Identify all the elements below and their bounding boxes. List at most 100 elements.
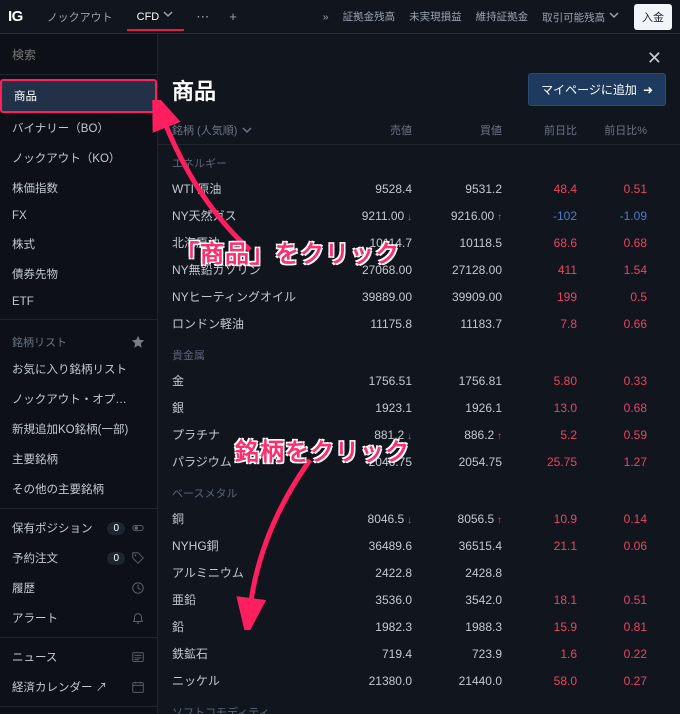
cell-sell: 11175.8	[322, 317, 412, 331]
cell-sell: 2422.8	[322, 566, 412, 580]
sidebar-list-item[interactable]: 主要銘柄	[0, 444, 157, 474]
cell-sell: 36489.6	[322, 539, 412, 553]
cell-chg: 25.75	[502, 455, 577, 469]
cell-name: NY天然ガス	[172, 207, 322, 224]
table-row[interactable]: 金1756.511756.815.800.33	[158, 367, 680, 394]
cell-name: NY無鉛ガソリン	[172, 261, 322, 278]
table-row[interactable]: NYヒーティングオイル39889.0039909.001990.5	[158, 283, 680, 310]
cell-buy: 2428.8	[412, 566, 502, 580]
link-maint[interactable]: 維持証拠金	[476, 9, 529, 24]
cell-pct: 0.51	[577, 593, 647, 607]
cell-pct: 0.33	[577, 374, 647, 388]
tab-cfd[interactable]: CFD	[127, 2, 185, 31]
search-input[interactable]	[12, 48, 158, 62]
badge: 0	[107, 552, 125, 565]
cell-chg: 5.2	[502, 428, 577, 442]
deposit-button[interactable]: 入金	[634, 4, 672, 30]
cell-name: 銅	[172, 510, 322, 527]
table-row[interactable]: 北海原油10114.710118.568.60.68	[158, 229, 680, 256]
tab-knockout[interactable]: ノックアウト	[37, 3, 123, 31]
table-row[interactable]: 銀1923.11926.113.00.68	[158, 394, 680, 421]
cell-pct: 0.27	[577, 674, 647, 688]
cell-pct: 0.5	[577, 290, 647, 304]
sidebar-category-item[interactable]: ETF	[0, 289, 157, 315]
cell-chg: 411	[502, 263, 577, 277]
table-header: 銘柄 (人気順) 売値 買値 前日比 前日比%	[158, 116, 680, 145]
table-row[interactable]: NY無鉛ガソリン27068.0027128.004111.54	[158, 256, 680, 283]
sidebar-pos-item[interactable]: アラート	[0, 603, 157, 633]
sidebar-category-item[interactable]: 商品	[0, 79, 157, 113]
sidebar-info-item[interactable]: 経済カレンダー ↗	[0, 672, 157, 702]
tab-more-icon[interactable]: ⋯	[188, 3, 217, 31]
cell-sell: 1982.3	[322, 620, 412, 634]
sidebar-category-item[interactable]: 債券先物	[0, 259, 157, 289]
col-sell[interactable]: 売値	[322, 122, 412, 138]
cell-chg: 68.6	[502, 236, 577, 250]
sidebar-category-item[interactable]: 株価指数	[0, 173, 157, 203]
sidebar-pos-item[interactable]: 保有ポジション0	[0, 513, 157, 543]
cell-name: 鉛	[172, 618, 322, 635]
cell-buy: 21440.0	[412, 674, 502, 688]
table-row[interactable]: NY天然ガス9211.009216.00-102-1.09	[158, 202, 680, 229]
cell-buy: 1756.81	[412, 374, 502, 388]
cell-buy: 10118.5	[412, 236, 502, 250]
logo: IG	[8, 8, 23, 25]
table-row[interactable]: NYHG銅36489.636515.421.10.06	[158, 532, 680, 559]
sidebar-category-item[interactable]: FX	[0, 203, 157, 229]
cell-chg: 5.80	[502, 374, 577, 388]
calendar-icon	[131, 680, 145, 694]
link-avail[interactable]: 取引可能残高	[542, 9, 620, 25]
link-pnl[interactable]: 未実現損益	[409, 9, 462, 24]
cell-pct: 0.51	[577, 182, 647, 196]
table-row[interactable]: プラチナ881.2886.25.20.59	[158, 421, 680, 448]
section-header: ソフトコモディティ	[158, 694, 680, 714]
star-icon[interactable]	[131, 335, 145, 349]
table-row[interactable]: WTI 原油9528.49531.248.40.51	[158, 175, 680, 202]
sidebar-category-item[interactable]: バイナリー（BO）	[0, 113, 157, 143]
sidebar: 商品バイナリー（BO）ノックアウト（KO）株価指数FX株式債券先物ETF 銘柄リ…	[0, 34, 158, 714]
toggle-icon	[131, 521, 145, 535]
cell-chg: 199	[502, 290, 577, 304]
col-chg[interactable]: 前日比	[502, 122, 577, 138]
cell-sell: 1756.51	[322, 374, 412, 388]
cell-sell: 21380.0	[322, 674, 412, 688]
cell-chg: -102	[502, 209, 577, 223]
sidebar-list-item[interactable]: 新規追加KO銘柄(一部)	[0, 414, 157, 444]
cell-buy: 9216.00	[412, 209, 502, 223]
link-margin[interactable]: 証拠金残高	[343, 9, 396, 24]
table-row[interactable]: ニッケル21380.021440.058.00.27	[158, 667, 680, 694]
cell-name: 亜鉛	[172, 591, 322, 608]
cell-chg: 1.6	[502, 647, 577, 661]
table-row[interactable]: 亜鉛3536.03542.018.10.51	[158, 586, 680, 613]
table-row[interactable]: 鉛1982.31988.315.90.81	[158, 613, 680, 640]
section-header: 貴金属	[158, 337, 680, 367]
cell-pct: 0.14	[577, 512, 647, 526]
sidebar-pos-item[interactable]: 予約注文0	[0, 543, 157, 573]
cell-pct: 0.22	[577, 647, 647, 661]
cell-sell: 3536.0	[322, 593, 412, 607]
col-name[interactable]: 銘柄 (人気順)	[172, 122, 322, 138]
chevron-right-icon[interactable]: »	[323, 11, 329, 23]
sidebar-list-item[interactable]: その他の主要銘柄	[0, 474, 157, 504]
sidebar-pos-item[interactable]: 履歴	[0, 573, 157, 603]
col-buy[interactable]: 買値	[412, 122, 502, 138]
table-row[interactable]: ロンドン軽油11175.811183.77.80.66	[158, 310, 680, 337]
add-to-mypage-button[interactable]: マイページに追加 ➜	[528, 73, 666, 106]
close-icon[interactable]: ✕	[643, 44, 666, 73]
sidebar-list-item[interactable]: お気に入り銘柄リスト	[0, 354, 157, 384]
page-title: 商品	[172, 74, 216, 106]
cell-buy: 8056.5	[412, 512, 502, 526]
table-row[interactable]: 銅8046.58056.510.90.14	[158, 505, 680, 532]
sidebar-category-item[interactable]: 株式	[0, 229, 157, 259]
sidebar-category-item[interactable]: ノックアウト（KO）	[0, 143, 157, 173]
cell-pct: 0.68	[577, 401, 647, 415]
table-row[interactable]: アルミニウム2422.82428.8	[158, 559, 680, 586]
col-pct[interactable]: 前日比%	[577, 122, 647, 138]
table-row[interactable]: パラジウム2046.752054.7525.751.27	[158, 448, 680, 475]
sidebar-info-item[interactable]: ニュース	[0, 642, 157, 672]
cell-sell: 8046.5	[322, 512, 412, 526]
table-row[interactable]: 鉄鉱石719.4723.91.60.22	[158, 640, 680, 667]
cell-name: WTI 原油	[172, 180, 322, 197]
sidebar-list-item[interactable]: ノックアウト・オプ…	[0, 384, 157, 414]
tab-add-icon[interactable]: +	[221, 3, 245, 30]
